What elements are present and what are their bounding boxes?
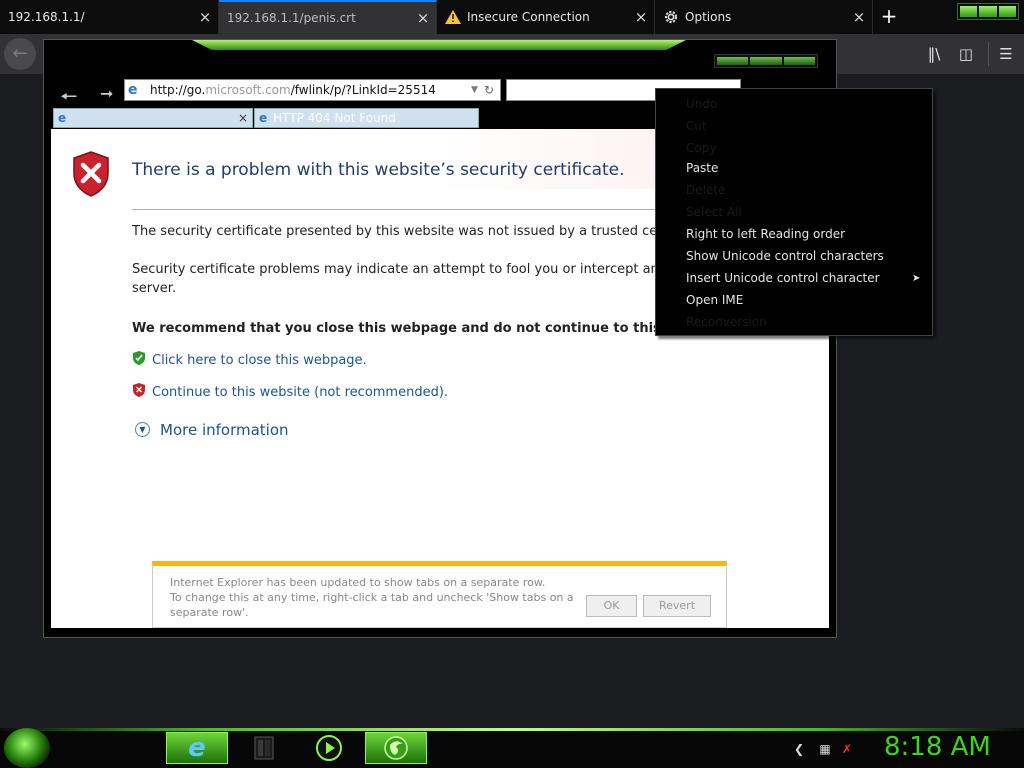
address-path: /fwlink/p/?LinkId=25514	[290, 83, 436, 97]
refresh-icon[interactable]: ↻	[484, 83, 494, 97]
menu-item-copy: Copy	[686, 141, 717, 155]
shield-ok-icon	[133, 351, 145, 365]
ie-window-controls[interactable]	[714, 54, 818, 68]
menu-item-show-unicode[interactable]: Show Unicode control characters	[686, 249, 884, 263]
new-tab-button[interactable]: +	[878, 5, 900, 27]
close-tab-icon[interactable]: ×	[192, 8, 218, 26]
description-text: The security certificate presented by th…	[132, 224, 676, 239]
expand-icon[interactable]: ▼	[135, 422, 150, 437]
menu-item-delete: Delete	[686, 183, 726, 197]
browser-tab-strip: 192.168.1.1/ × 192.168.1.1/penis.crt × I…	[0, 0, 1024, 34]
menu-item-cut: Cut	[686, 119, 707, 133]
context-menu: Undo Cut Copy Paste Delete Select All Ri…	[655, 88, 933, 336]
back-button[interactable]: ←	[4, 38, 36, 70]
divider	[132, 209, 692, 210]
menu-item-insert-unicode[interactable]: Insert Unicode control character	[686, 271, 880, 285]
volume-muted-icon[interactable]: ✗	[840, 742, 854, 756]
tab-title: Insecure Connection	[467, 10, 590, 24]
warning-icon	[445, 9, 461, 25]
notification-line: Internet Explorer has been updated to sh…	[170, 576, 546, 589]
notification-text: Internet Explorer has been updated to sh…	[170, 575, 574, 620]
firefox-icon	[384, 736, 408, 760]
play-icon	[316, 735, 342, 761]
tab-options[interactable]: Options ×	[655, 0, 873, 34]
window-controls[interactable]	[957, 3, 1019, 20]
warning-text-line1: Security certificate problems may indica…	[132, 262, 679, 277]
internet-explorer-icon: e	[188, 733, 206, 763]
sidebar-icon[interactable]: ◫	[956, 44, 976, 64]
start-button[interactable]	[4, 728, 50, 768]
tab-title: 192.168.1.1/penis.crt	[227, 11, 356, 25]
address-prefix: http://go.	[150, 83, 206, 97]
menu-item-undo: Undo	[686, 97, 718, 111]
gear-icon	[663, 9, 679, 25]
ie-page-icon: e	[58, 111, 67, 125]
ie-page-icon: e	[259, 111, 268, 125]
tray-expand-icon[interactable]: ❮	[792, 742, 806, 756]
ie-tab-certificate-error[interactable]: e ×	[53, 108, 253, 128]
menu-item-rtl-reading-order[interactable]: Right to left Reading order	[686, 227, 845, 241]
close-tab-icon[interactable]: ×	[410, 9, 436, 27]
submenu-arrow-icon: ➤	[912, 273, 921, 284]
taskbar	[0, 728, 1024, 768]
continue-website-link[interactable]: Continue to this website (not recommende…	[152, 385, 448, 400]
toolbar-divider	[988, 42, 989, 66]
recommendation-text: We recommend that you close this webpage…	[132, 321, 704, 336]
taskbar-media-player[interactable]	[298, 732, 360, 764]
notification-line: To change this at any time, right-click …	[170, 591, 574, 604]
network-icon[interactable]: ▦	[818, 742, 832, 756]
ie-tab-404[interactable]: e HTTP 404 Not Found	[254, 108, 479, 128]
tab-router-home[interactable]: 192.168.1.1/ ×	[0, 0, 219, 34]
taskbar-glow	[0, 728, 1024, 731]
tab-title: Options	[685, 10, 732, 24]
address-domain: microsoft.com	[205, 83, 291, 97]
shield-error-icon	[73, 151, 109, 197]
ie-page-icon: e	[128, 82, 138, 98]
tab-penis-crt[interactable]: 192.168.1.1/penis.crt ×	[219, 0, 437, 34]
ie-title-glow	[192, 40, 686, 50]
menu-item-select-all: Select All	[686, 205, 742, 219]
close-tab-icon[interactable]: ×	[238, 111, 248, 125]
notification-line: separate row'.	[170, 606, 249, 619]
menu-icon[interactable]: ☰	[996, 44, 1016, 64]
warning-text-line2: server.	[132, 281, 177, 296]
revert-button[interactable]: Revert	[643, 595, 711, 617]
close-webpage-link[interactable]: Click here to close this webpage.	[152, 353, 367, 368]
system-clock[interactable]: 8:18 AM	[884, 732, 991, 762]
tab-insecure-connection[interactable]: Insecure Connection ×	[437, 0, 655, 34]
ie-address-bar[interactable]: e http://go. microsoft.com/fwlink/p/?Link…	[124, 79, 501, 101]
tab-title: HTTP 404 Not Found	[273, 111, 396, 125]
close-tab-icon[interactable]: ×	[846, 8, 872, 26]
library-icon[interactable]: ‖\	[924, 44, 944, 64]
menu-item-paste[interactable]: Paste	[686, 161, 718, 175]
ok-button[interactable]: OK	[586, 595, 637, 617]
notification-bar: Internet Explorer has been updated to sh…	[152, 561, 727, 628]
more-information-link[interactable]: More information	[160, 421, 289, 439]
shield-error-small-icon	[133, 383, 145, 397]
tab-title: 192.168.1.1/	[8, 10, 85, 24]
dropdown-icon[interactable]: ▼	[471, 85, 478, 95]
close-tab-icon[interactable]: ×	[628, 8, 654, 26]
menu-item-reconversion: Reconversion	[686, 315, 767, 329]
menu-item-open-ime[interactable]: Open IME	[686, 293, 743, 307]
taskbar-app-cube[interactable]	[233, 732, 295, 764]
cube-app-icon	[254, 736, 274, 760]
ie-forward-icon[interactable]: ➞	[100, 84, 113, 103]
page-title: There is a problem with this website’s s…	[132, 160, 625, 180]
taskbar-firefox[interactable]	[365, 732, 427, 764]
taskbar-internet-explorer[interactable]: e	[166, 732, 228, 764]
